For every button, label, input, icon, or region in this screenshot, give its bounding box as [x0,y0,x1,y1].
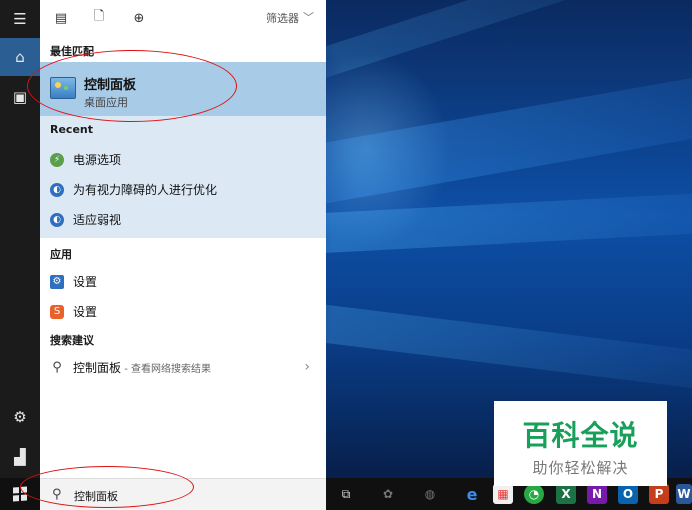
onenote-icon[interactable]: N [587,484,607,504]
powerpoint-icon[interactable]: P [649,484,669,504]
store-icon[interactable]: ▦ [493,484,513,504]
filter-dropdown[interactable]: 筛选器 ﹀ [266,10,314,26]
recent-section: Recent ⚡ 电源选项 ◐ 为有视力障碍的人进行优化 ◐ 适应弱视 [40,116,326,238]
best-match-heading: 最佳匹配 [50,45,94,58]
apps-heading: 应用 [50,248,72,261]
app-icon-grey[interactable]: ✿ [378,484,398,504]
app-icon-grey[interactable]: ◍ [420,484,440,504]
outlook-icon[interactable]: O [618,484,638,504]
apps-filter-icon[interactable]: ▤ [52,9,70,27]
settings-gear-icon: ⚙ [50,274,64,289]
word-icon[interactable]: W [676,484,692,504]
recent-item-label: 为有视力障碍的人进行优化 [73,183,218,197]
suggestion-label: 控制面板 - 查看网络搜索结果 [73,359,211,376]
edge-browser-icon[interactable]: e [462,484,482,504]
search-box[interactable]: ⚲ 控制面板 [40,478,326,510]
app-item-label: 设置 [73,275,98,289]
chevron-right-icon[interactable]: › [304,359,310,375]
browser-icon[interactable]: ◔ [524,484,544,504]
watermark-title: 百科全说 [522,419,639,452]
wallpaper-light-ray [326,70,692,210]
search-results-panel: ▤ 🗋 ⊕ 筛选器 ﹀ 最佳匹配 控制面板 桌面应用 Recent ⚡ 电源选项… [40,0,326,478]
app-item[interactable]: S 设置 [50,303,97,320]
recent-heading: Recent [50,123,94,136]
recent-item-label: 电源选项 [73,153,122,167]
excel-icon[interactable]: X [556,484,576,504]
start-button[interactable] [0,478,40,510]
suggestion-hint: - 查看网络搜索结果 [121,364,211,375]
suggestion-item[interactable]: ⚲ 控制面板 - 查看网络搜索结果 [50,359,211,376]
feedback-icon[interactable]: ▟ [0,438,40,476]
recent-item[interactable]: ⚡ 电源选项 [50,151,121,168]
settings-app-icon: S [50,304,64,319]
wallpaper-light-ray [326,300,692,394]
best-match-title: 控制面板 [84,78,137,93]
ease-of-access-icon: ◐ [50,212,64,227]
search-icon: ⚲ [52,360,62,375]
hamburger-menu-icon[interactable]: ☰ [0,0,40,38]
search-input[interactable]: 控制面板 [74,488,118,504]
best-match-item[interactable]: 控制面板 桌面应用 [40,62,326,116]
ease-of-access-icon: ◐ [50,182,64,197]
settings-icon[interactable]: ⚙ [0,398,40,436]
app-item[interactable]: ⚙ 设置 [50,273,97,290]
chevron-down-icon: ﹀ [303,11,314,24]
watermark-subtitle: 助你轻松解决 [532,459,629,477]
documents-filter-icon[interactable]: 🗋 [90,9,108,27]
recent-item[interactable]: ◐ 为有视力障碍的人进行优化 [50,181,217,198]
home-icon[interactable]: ⌂ [0,38,40,76]
windows-logo-icon [13,486,27,502]
suggestion-query: 控制面板 [73,361,122,375]
recent-item-label: 适应弱视 [73,213,122,227]
watermark: 百科全说 助你轻松解决 [494,401,667,486]
wallpaper-light-ray [326,190,692,255]
best-match-subtitle: 桌面应用 [84,96,128,109]
suggestions-heading: 搜索建议 [50,334,94,347]
power-options-icon: ⚡ [50,152,64,167]
app-item-label: 设置 [73,305,98,319]
filter-toolbar: ▤ 🗋 ⊕ 筛选器 ﹀ [40,0,326,36]
filter-label: 筛选器 [266,12,299,25]
web-filter-icon[interactable]: ⊕ [130,9,148,27]
task-view-icon[interactable]: ⧉ [336,484,356,504]
search-icon: ⚲ [52,487,62,502]
control-panel-icon [50,77,76,99]
start-left-rail: ☰ ⌂ ▣ ⚙ ▟ [0,0,40,478]
notebook-icon[interactable]: ▣ [0,78,40,116]
recent-item[interactable]: ◐ 适应弱视 [50,211,121,228]
wallpaper-light-ray [326,0,692,90]
